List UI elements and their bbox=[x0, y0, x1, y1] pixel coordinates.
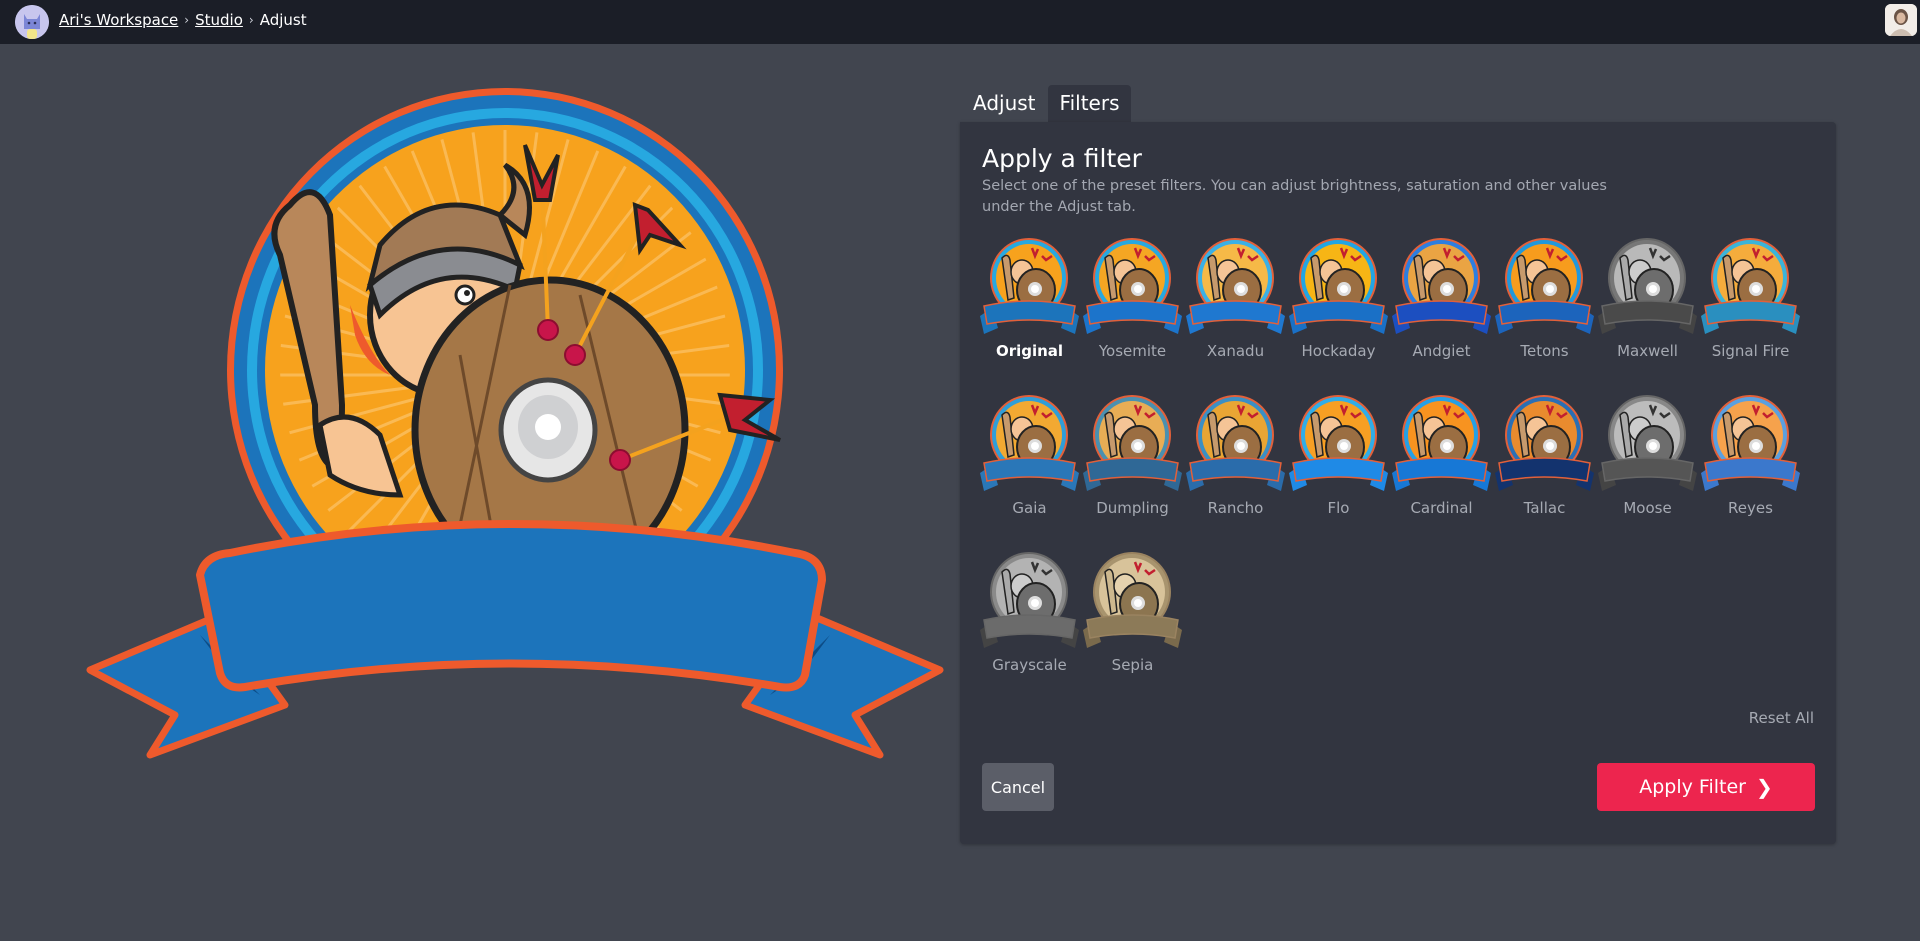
filter-label: Tetons bbox=[1520, 342, 1569, 360]
filter-option-tallac[interactable]: Tallac bbox=[1493, 395, 1596, 530]
top-bar: Ari's Workspace › Studio › Adjust bbox=[0, 0, 1920, 44]
filter-thumbnail bbox=[1186, 395, 1285, 491]
tab-filters[interactable]: Filters bbox=[1047, 85, 1132, 122]
user-avatar[interactable] bbox=[1885, 4, 1917, 36]
filter-thumbnail bbox=[1392, 395, 1491, 491]
breadcrumb-separator: › bbox=[184, 13, 190, 27]
filter-label: Reyes bbox=[1728, 499, 1773, 517]
filter-thumbnail bbox=[1083, 238, 1182, 334]
filter-label: Xanadu bbox=[1206, 342, 1265, 360]
filter-label: Cardinal bbox=[1410, 499, 1473, 517]
filter-thumbnail bbox=[1186, 238, 1285, 334]
filter-option-xanadu[interactable]: Xanadu bbox=[1184, 238, 1287, 373]
filter-thumbnail bbox=[1495, 238, 1594, 334]
user-photo-avatar bbox=[1885, 4, 1917, 36]
filter-option-rancho[interactable]: Rancho bbox=[1184, 395, 1287, 530]
filter-thumbnail bbox=[1701, 395, 1800, 491]
breadcrumb: Ari's Workspace › Studio › Adjust bbox=[59, 11, 307, 29]
filter-thumbnail bbox=[1598, 395, 1697, 491]
panel-description: Select one of the preset filters. You ca… bbox=[982, 178, 1607, 215]
filter-option-original[interactable]: Original bbox=[978, 238, 1081, 373]
filter-option-dumpling[interactable]: Dumpling bbox=[1081, 395, 1184, 530]
filter-label: Gaia bbox=[1012, 499, 1047, 517]
filters-panel: Apply a filter Select one of the preset … bbox=[960, 122, 1836, 844]
filter-option-yosemite[interactable]: Yosemite bbox=[1081, 238, 1184, 373]
filter-label: Rancho bbox=[1207, 499, 1264, 517]
breadcrumb-workspace[interactable]: Ari's Workspace bbox=[59, 11, 178, 29]
apply-filter-button[interactable]: Apply Filter ❯ bbox=[1597, 763, 1815, 811]
viking-badge-image bbox=[86, 88, 944, 759]
filter-option-reyes[interactable]: Reyes bbox=[1699, 395, 1802, 530]
filter-thumbnail bbox=[980, 552, 1079, 648]
tab-adjust[interactable]: Adjust bbox=[961, 85, 1048, 122]
breadcrumb-current: Adjust bbox=[259, 11, 307, 29]
filter-label: Tallac bbox=[1523, 499, 1566, 517]
filter-option-hockaday[interactable]: Hockaday bbox=[1287, 238, 1390, 373]
filter-option-gaia[interactable]: Gaia bbox=[978, 395, 1081, 530]
filter-thumbnail bbox=[1598, 238, 1697, 334]
filter-option-sepia[interactable]: Sepia bbox=[1081, 552, 1184, 687]
filter-label: Flo bbox=[1327, 499, 1350, 517]
cat-avatar-icon bbox=[15, 5, 49, 39]
filter-label: Original bbox=[995, 342, 1064, 360]
filter-label: Andgiet bbox=[1412, 342, 1471, 360]
filter-thumbnail bbox=[1392, 238, 1491, 334]
tab-bar: Adjust Filters bbox=[961, 85, 1132, 122]
filter-option-moose[interactable]: Moose bbox=[1596, 395, 1699, 530]
filter-label: Signal Fire bbox=[1711, 342, 1790, 360]
workspace-avatar[interactable] bbox=[15, 5, 49, 39]
filter-thumbnail bbox=[1289, 238, 1388, 334]
filter-thumbnail bbox=[980, 238, 1079, 334]
filter-option-tetons[interactable]: Tetons bbox=[1493, 238, 1596, 373]
filter-grid: Original Yosemite Xanadu Hockaday Andgiet Tet… bbox=[978, 238, 1818, 687]
canvas-image[interactable] bbox=[80, 75, 950, 775]
cancel-button[interactable]: Cancel bbox=[982, 763, 1054, 811]
breadcrumb-separator: › bbox=[248, 13, 254, 27]
filter-option-cardinal[interactable]: Cardinal bbox=[1390, 395, 1493, 530]
panel-title: Apply a filter bbox=[982, 144, 1142, 173]
filter-thumbnail bbox=[1083, 395, 1182, 491]
filter-option-signal-fire[interactable]: Signal Fire bbox=[1699, 238, 1802, 373]
chevron-right-icon: ❯ bbox=[1755, 775, 1773, 799]
filter-option-maxwell[interactable]: Maxwell bbox=[1596, 238, 1699, 373]
filter-label: Sepia bbox=[1111, 656, 1154, 674]
filter-thumbnail bbox=[1083, 552, 1182, 648]
filter-option-grayscale[interactable]: Grayscale bbox=[978, 552, 1081, 687]
filter-option-andgiet[interactable]: Andgiet bbox=[1390, 238, 1493, 373]
filter-thumbnail bbox=[1701, 238, 1800, 334]
apply-filter-label: Apply Filter bbox=[1639, 776, 1746, 798]
filter-label: Grayscale bbox=[992, 656, 1067, 674]
reset-all-link[interactable]: Reset All bbox=[1749, 709, 1814, 727]
filter-option-flo[interactable]: Flo bbox=[1287, 395, 1390, 530]
breadcrumb-studio[interactable]: Studio bbox=[195, 11, 243, 29]
filter-thumbnail bbox=[980, 395, 1079, 491]
filter-thumbnail bbox=[1289, 395, 1388, 491]
filter-label: Moose bbox=[1623, 499, 1672, 517]
filter-thumbnail bbox=[1495, 395, 1594, 491]
filter-label: Maxwell bbox=[1617, 342, 1678, 360]
filter-label: Hockaday bbox=[1301, 342, 1376, 360]
filter-label: Dumpling bbox=[1096, 499, 1169, 517]
filter-label: Yosemite bbox=[1098, 342, 1167, 360]
